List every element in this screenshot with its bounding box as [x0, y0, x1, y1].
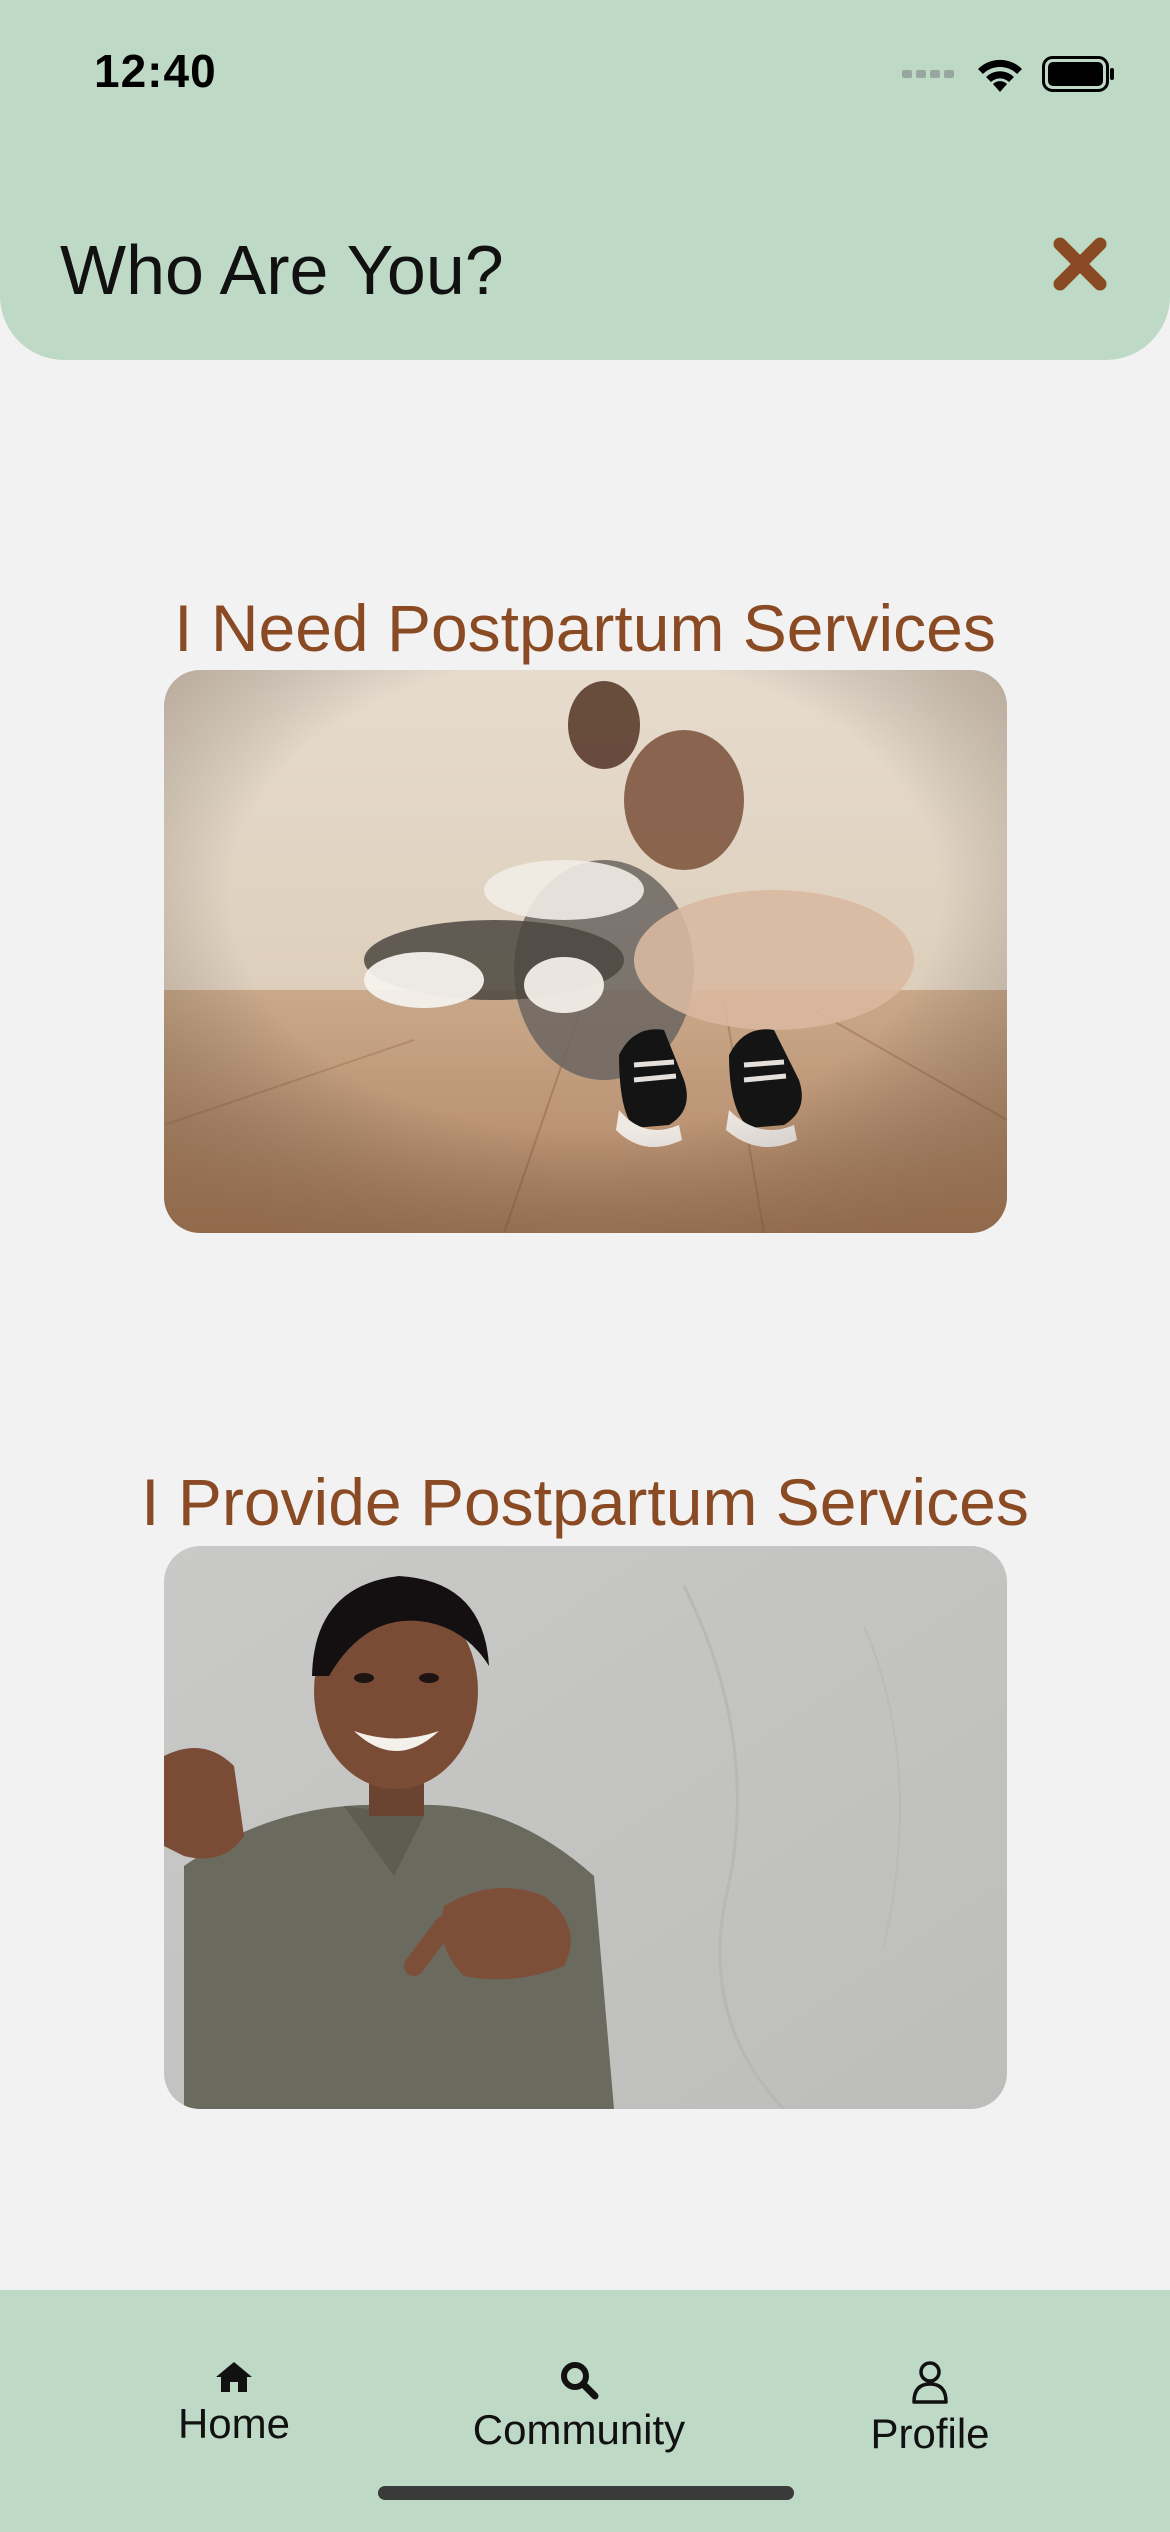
- close-button[interactable]: [1052, 236, 1108, 292]
- family-with-baby-shoes-photo[interactable]: [164, 670, 1007, 1233]
- signal-icon: [902, 70, 954, 78]
- close-icon: [1053, 237, 1107, 291]
- tab-home-label: Home: [177, 2400, 291, 2447]
- status-time: 12:40: [94, 45, 217, 97]
- tab-profile-label: Profile: [870, 2410, 990, 2457]
- tab-community-label: Community: [472, 2406, 686, 2453]
- battery-icon: [1042, 56, 1114, 92]
- search-icon: [561, 2362, 599, 2400]
- header: 12:40 Who Are You?: [0, 0, 1170, 360]
- smiling-woman-pointing-photo[interactable]: [164, 1546, 1007, 2109]
- home-indicator[interactable]: [378, 2486, 794, 2500]
- tab-home[interactable]: Home: [84, 2360, 384, 2448]
- page-title: Who Are You?: [60, 231, 504, 309]
- tab-profile[interactable]: Profile: [780, 2360, 1080, 2458]
- option-need-services-title[interactable]: I Need Postpartum Services: [0, 590, 1170, 666]
- option-provide-services-title[interactable]: I Provide Postpartum Services: [0, 1464, 1170, 1540]
- status-icons: [902, 52, 1116, 96]
- home-icon: [216, 2362, 252, 2392]
- tab-community[interactable]: Community: [429, 2360, 729, 2454]
- person-icon: [912, 2361, 948, 2404]
- wifi-icon: [978, 59, 1022, 92]
